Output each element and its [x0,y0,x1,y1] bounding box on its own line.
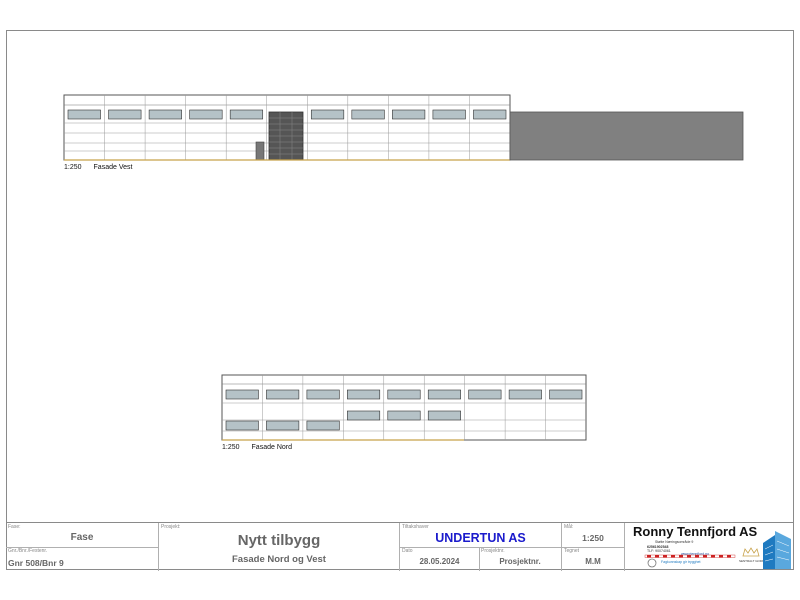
fase-label: Fase: [8,524,21,530]
window [387,389,421,400]
window [266,389,300,400]
prosjektnr-label: Prosjektnr. [481,548,505,554]
window [306,420,340,431]
seal-icon [647,558,657,568]
tiltakshaver-cell: Tiltakshaver UNDERTUN AS Dato 28.05.2024… [400,523,562,571]
dato-label: Dato [402,548,413,554]
maal-label: Mål: [564,524,574,530]
logo-graphics [644,531,791,569]
window [387,410,421,421]
view-name: Fasade Nord [251,444,292,451]
view-caption-west: 1:250 Fasade Vest [64,164,132,171]
window [351,109,385,120]
window [67,109,101,120]
tiltakshaver-label: Tiltakshaver [402,524,429,530]
view-name: Fasade Vest [93,164,133,171]
window [306,389,340,400]
dato-value: 28.05.2024 [419,557,460,566]
elevation-drawings [63,94,744,441]
existing-building [509,111,744,161]
window [266,420,300,431]
view-scale: 1:250 [64,164,82,171]
window [229,109,264,120]
gnr-value: Gnr 508/Bnr 9 [8,558,64,568]
window [427,410,461,421]
window [108,109,142,120]
prosjekt-title: Nytt tilbygg [237,532,321,549]
facade-west [63,94,744,161]
prosjekt-label: Prosjekt: [161,524,181,530]
view-caption-north: 1:250 Fasade Nord [222,444,292,451]
crown-badge-icon [742,547,760,557]
door [255,141,265,161]
window [225,389,259,400]
company-logo-block: Ronny Tennfjord AS Støtte Næringsområde … [625,523,794,571]
window [549,389,583,400]
window [432,109,466,120]
window [392,109,426,120]
fase-cell: Fase: Fase Gnr./Bnr./Festenr. Gnr 508/Bn… [6,523,159,571]
hazard-stripe-icon [644,554,736,558]
maal-value: 1:250 [582,533,604,543]
fase-value: Fase [70,532,94,543]
facade-north [221,374,587,441]
tegnet-label: Tegnet [564,548,580,554]
window [189,109,223,120]
window [427,389,461,400]
window [473,109,507,120]
prosjekt-cell: Prosjekt: Nytt tilbygg Fasade Nord og Ve… [159,523,400,571]
window [148,109,182,120]
title-block: Fase: Fase Gnr./Bnr./Festenr. Gnr 508/Bn… [6,522,794,571]
tiltakshaver-value: UNDERTUN AS [435,531,526,545]
window [508,389,542,400]
building-logo-icon [763,531,791,569]
gnr-label: Gnr./Bnr./Festenr. [8,548,48,554]
window [468,389,502,400]
window [310,109,345,120]
window [225,420,259,431]
window [347,410,381,421]
prosjektnr-value: Prosjektnr. [499,557,541,566]
prosjekt-subtitle: Fasade Nord og Vest [232,554,326,565]
maal-cell: Mål: 1:250 Tegnet M.M [562,523,625,571]
view-scale: 1:250 [222,444,240,451]
tegnet-value: M.M [585,557,601,566]
window [347,389,381,400]
